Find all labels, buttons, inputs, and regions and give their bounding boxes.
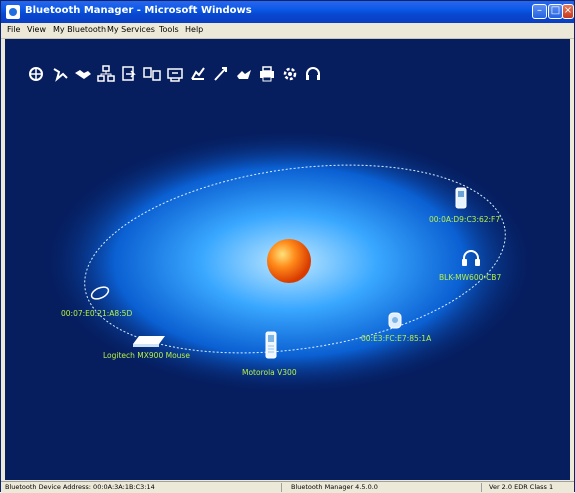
local-device-core (267, 239, 311, 283)
status-divider (281, 483, 282, 492)
mouse-icon[interactable] (89, 285, 111, 304)
file-transfer-icon[interactable] (120, 65, 138, 83)
hid-icon[interactable] (235, 65, 253, 83)
maximize-button[interactable]: □ (548, 4, 563, 19)
handshake-icon[interactable] (74, 65, 92, 83)
device-search-icon[interactable] (27, 65, 45, 83)
flip-phone-icon[interactable] (263, 331, 279, 363)
menu-my-bluetooth[interactable]: My Bluetooth (53, 25, 106, 34)
hand-pair-icon[interactable] (51, 65, 69, 83)
window-title: Bluetooth Manager - Microsoft Windows (25, 5, 252, 16)
close-button[interactable]: × (562, 4, 574, 19)
status-bar: Bluetooth Device Address: 00:0A:3A:1B:C3… (1, 481, 574, 493)
network-icon[interactable] (97, 65, 115, 83)
menu-help[interactable]: Help (185, 25, 203, 34)
status-edr: Ver 2.0 EDR Class 1 (489, 483, 554, 491)
settings-icon[interactable] (281, 65, 299, 83)
sync-icon[interactable] (143, 65, 161, 83)
device-map-canvas[interactable]: 00:0A:D9:C3:62:F7 BLK-MW600-CB7 00:E3:FC… (5, 39, 570, 480)
menu-view[interactable]: View (27, 25, 46, 34)
device-label[interactable]: 00:0A:D9:C3:62:F7 (429, 215, 500, 224)
mobile-phone-icon[interactable] (453, 187, 469, 213)
app-window: Bluetooth Manager - Microsoft Windows – … (0, 0, 575, 493)
bluetooth-app-icon (6, 5, 20, 19)
menu-bar: File View My Bluetooth My Services Tools… (1, 23, 574, 39)
minimize-button[interactable]: – (532, 4, 547, 19)
title-bar[interactable]: Bluetooth Manager - Microsoft Windows – … (1, 1, 574, 23)
status-address: Bluetooth Device Address: 00:0A:3A:1B:C3… (5, 483, 155, 491)
fax-icon[interactable] (166, 65, 184, 83)
printer-icon[interactable] (258, 65, 276, 83)
dialup-icon[interactable] (189, 65, 207, 83)
device-label[interactable]: BLK-MW600-CB7 (439, 273, 501, 282)
device-label[interactable]: Motorola V300 (242, 368, 297, 377)
menu-tools[interactable]: Tools (159, 25, 179, 34)
serial-port-icon[interactable] (212, 65, 230, 83)
menu-file[interactable]: File (7, 25, 20, 34)
headphones-icon[interactable] (460, 247, 482, 273)
device-label[interactable]: 00:07:E0:21:A8:5D (61, 309, 132, 318)
keyboard-icon[interactable] (131, 333, 167, 352)
wireless-device-icon[interactable] (387, 310, 403, 334)
device-label[interactable]: 00:E3:FC:E7:85:1A (361, 334, 431, 343)
status-version: Bluetooth Manager 4.5.0.0 (291, 483, 378, 491)
headset-icon[interactable] (304, 65, 322, 83)
device-label[interactable]: Logitech MX900 Mouse (103, 351, 190, 360)
range-halo (39, 127, 539, 397)
status-divider (481, 483, 482, 492)
menu-my-services[interactable]: My Services (107, 25, 155, 34)
